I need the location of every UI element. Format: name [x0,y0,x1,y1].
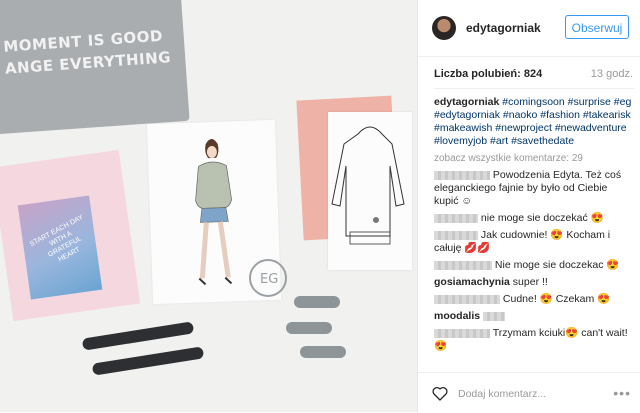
blurred-username [434,213,478,223]
hashtag-link[interactable]: #makeawish [434,122,492,134]
avatar[interactable] [432,16,456,40]
hashtag-link[interactable]: #naoko [503,109,537,121]
hashtag-link[interactable]: #surprise [568,96,611,108]
comment-bar: Dodaj komentarz... ••• [418,372,640,413]
follow-button[interactable]: Obserwuj [565,15,629,39]
post-photo[interactable]: MOMENT IS GOOD ANGE EVERYTHING START EAC… [0,0,417,412]
hashtag-link[interactable]: #edytagorniak [434,109,500,121]
heart-icon[interactable] [432,386,448,406]
comment: Jak cudownie! 😍 Kocham i całuję 💋💋 [434,229,611,254]
caption: edytagorniak #comingsoon #surprise #eg #… [434,96,632,148]
blurred-username [434,230,478,240]
caption-user[interactable]: edytagorniak [434,96,499,108]
comment: Trzymam kciuki😍 can't wait!😍 [434,327,628,352]
hashtag-link[interactable]: #fashion [540,109,580,121]
comment-user[interactable]: gosiamachynia [434,276,510,288]
comment-user[interactable]: moodalis [434,310,480,322]
hoodie-drawing [331,126,405,245]
comments-list: edytagorniak #comingsoon #surprise #eg #… [434,96,632,357]
blurred-username [434,294,500,304]
svg-text:EG: EG [260,272,278,287]
ellipsis-icon[interactable]: ••• [613,385,631,401]
comment: Powodzenia Edyta. Też coś eleganckiego f… [434,169,622,207]
blurred-text [483,311,506,321]
comment: moodalis [434,310,632,323]
hashtag-link[interactable]: #savethedate [511,135,574,147]
add-comment-input[interactable]: Dodaj komentarz... [458,388,546,400]
divider [434,88,634,89]
comment: gosiamachynia super !! [434,276,548,288]
decor-badges-and-markers: EG [249,259,346,358]
blurred-username [434,260,492,270]
hashtag-link[interactable]: #newproject [495,122,552,134]
post-panel: edytagorniak Obserwuj Liczba polubień: 8… [417,0,640,412]
view-all-comments[interactable]: zobacz wszystkie komentarze: 29 [434,152,632,165]
blurred-username [434,328,490,338]
hashtag-link[interactable]: #comingsoon [502,96,564,108]
hashtag-link[interactable]: #takearisk [583,109,631,121]
comment: Cudne! 😍 Czekam 😍 [434,293,632,306]
post-time: 13 godz. [590,68,633,80]
post-header: edytagorniak Obserwuj [418,0,640,57]
hashtag-link[interactable]: #newadventure [555,122,627,134]
hashtag-link[interactable]: #art [490,135,508,147]
hashtag-link[interactable]: #lovemyjob [434,135,487,147]
hoodie-sketch [328,112,412,270]
comment: Nie moge sie doczekac 😍 [434,259,632,272]
likes-count[interactable]: Liczba polubień: 824 [434,68,542,80]
username[interactable]: edytagorniak [466,21,541,35]
marker-pen-2 [91,346,205,376]
comment: nie moge sie doczekać 😍 [434,212,632,225]
marker-pen-1 [81,321,195,351]
blurred-username [434,170,490,180]
hashtag-link[interactable]: #eg [614,96,632,108]
